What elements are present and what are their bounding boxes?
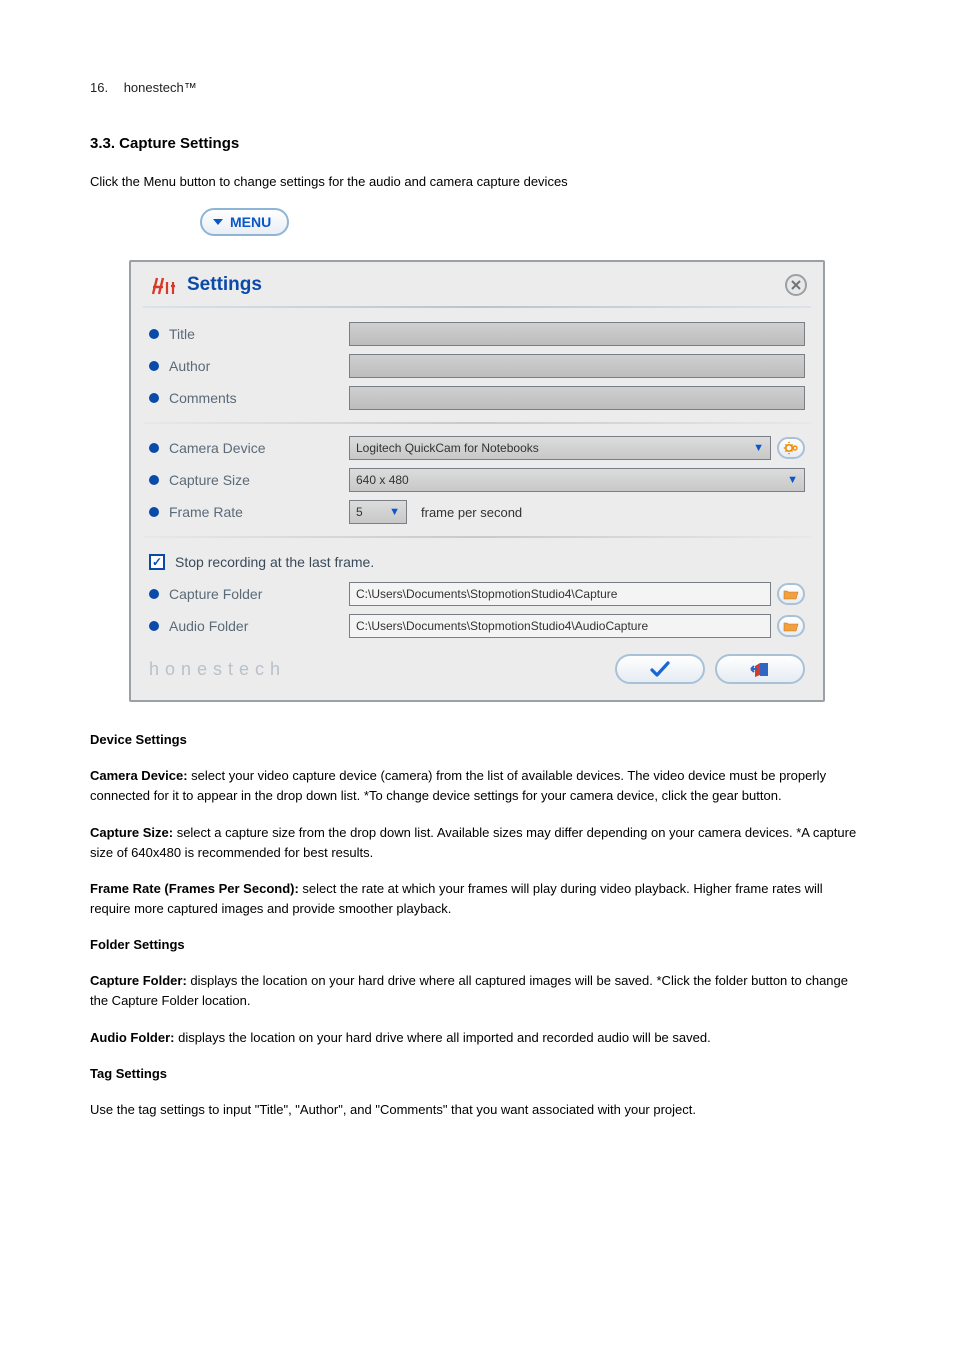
chevron-down-icon: ▼ [753, 442, 764, 454]
frame-rate-selected: 5 [356, 505, 363, 519]
frame-rate-bold: Frame Rate (Frames Per Second): [90, 881, 299, 896]
capture-folder-input[interactable]: C:\Users\Documents\StopmotionStudio4\Cap… [349, 582, 771, 606]
camera-settings-button[interactable] [777, 437, 805, 459]
audio-folder-path: C:\Users\Documents\StopmotionStudio4\Aud… [356, 619, 648, 633]
close-icon [790, 279, 802, 291]
settings-dialog: Settings Title Author Comments Camera De… [129, 260, 825, 702]
tag-settings-paragraph: Use the tag settings to input "Title", "… [90, 1100, 864, 1120]
close-button[interactable] [785, 274, 807, 296]
chevron-down-icon [212, 216, 224, 228]
audio-folder-label: Audio Folder [169, 618, 349, 634]
frame-rate-unit: frame per second [421, 505, 522, 520]
bullet-icon [149, 475, 159, 485]
audio-folder-body: displays the location on your hard drive… [175, 1030, 711, 1045]
comments-input[interactable] [349, 386, 805, 410]
camera-device-bold: Camera Device: [90, 768, 188, 783]
ht-logo-icon [149, 274, 179, 296]
folder-settings-heading: Folder Settings [90, 935, 864, 955]
stop-last-frame-label: Stop recording at the last frame. [175, 554, 374, 570]
audio-folder-paragraph: Audio Folder: displays the location on y… [90, 1028, 864, 1048]
camera-device-paragraph: Camera Device: select your video capture… [90, 766, 864, 806]
audio-folder-input[interactable]: C:\Users\Documents\StopmotionStudio4\Aud… [349, 614, 771, 638]
check-icon [649, 660, 671, 678]
section-title: 3.3. Capture Settings [90, 135, 864, 152]
dialog-title: Settings [187, 274, 262, 296]
cancel-button[interactable] [715, 654, 805, 684]
exit-icon [749, 660, 771, 678]
audio-folder-browse[interactable] [777, 615, 805, 637]
capture-size-paragraph: Capture Size: select a capture size from… [90, 823, 864, 863]
menu-button-label: MENU [230, 214, 271, 230]
author-input[interactable] [349, 354, 805, 378]
capture-folder-browse[interactable] [777, 583, 805, 605]
frame-rate-label: Frame Rate [169, 504, 349, 520]
camera-device-label: Camera Device [169, 440, 349, 456]
capture-folder-bold: Capture Folder: [90, 973, 187, 988]
bullet-icon [149, 393, 159, 403]
ok-button[interactable] [615, 654, 705, 684]
page-header: 16. honestech™ [90, 80, 864, 95]
capture-size-bold: Capture Size: [90, 825, 173, 840]
tag-settings-heading: Tag Settings [90, 1064, 864, 1084]
bullet-icon [149, 621, 159, 631]
menu-button[interactable]: MENU [200, 208, 289, 236]
footer-brand: honestech [149, 659, 286, 680]
bullet-icon [149, 443, 159, 453]
camera-device-body: select your video capture device (camera… [90, 768, 826, 803]
title-label: Title [169, 326, 349, 342]
bullet-icon [149, 507, 159, 517]
title-input[interactable] [349, 322, 805, 346]
capture-size-label: Capture Size [169, 472, 349, 488]
folder-icon [783, 588, 799, 600]
capture-size-selected: 640 x 480 [356, 473, 409, 487]
stop-last-frame-checkbox[interactable]: ✓ [149, 554, 165, 570]
page-number: 16. [90, 80, 108, 95]
section-intro: Click the Menu button to change settings… [90, 172, 864, 192]
comments-label: Comments [169, 390, 349, 406]
capture-folder-body: displays the location on your hard drive… [90, 973, 848, 1008]
capture-folder-paragraph: Capture Folder: displays the location on… [90, 971, 864, 1011]
header-brand: honestech™ [124, 80, 197, 95]
frame-rate-select[interactable]: 5 ▼ [349, 500, 407, 524]
bullet-icon [149, 329, 159, 339]
chevron-down-icon: ▼ [787, 474, 798, 486]
frame-rate-paragraph: Frame Rate (Frames Per Second): select t… [90, 879, 864, 919]
capture-folder-path: C:\Users\Documents\StopmotionStudio4\Cap… [356, 587, 617, 601]
bullet-icon [149, 589, 159, 599]
capture-size-select[interactable]: 640 x 480 ▼ [349, 468, 805, 492]
chevron-down-icon: ▼ [389, 506, 400, 518]
audio-folder-bold: Audio Folder: [90, 1030, 175, 1045]
device-settings-heading: Device Settings [90, 730, 864, 750]
gear-icon [783, 440, 799, 456]
author-label: Author [169, 358, 349, 374]
camera-device-select[interactable]: Logitech QuickCam for Notebooks ▼ [349, 436, 771, 460]
folder-icon [783, 620, 799, 632]
capture-size-body: select a capture size from the drop down… [90, 825, 856, 860]
camera-device-selected: Logitech QuickCam for Notebooks [356, 441, 539, 455]
capture-folder-label: Capture Folder [169, 586, 349, 602]
bullet-icon [149, 361, 159, 371]
